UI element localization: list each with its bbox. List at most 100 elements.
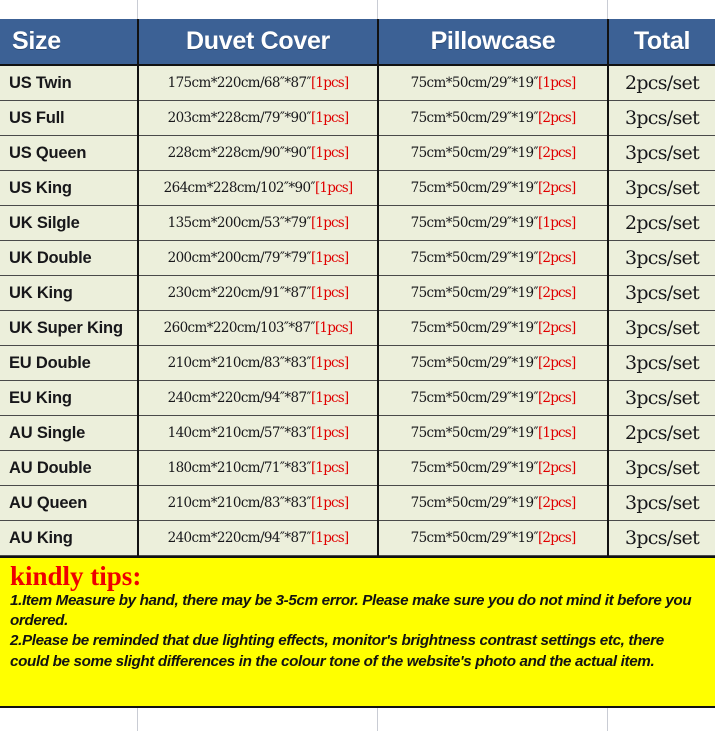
table-row: AU King 240cm*220cm/94″*87″[1pcs] 75cm*50c… [0,520,715,556]
duvet-quantity: [1pcs] [310,390,349,406]
cell-pillowcase: 75cm*50cm/29″*19″[2pcs] [378,170,609,206]
duvet-dimensions: 140cm*210cm/57″*83″ [167,425,312,441]
cell-size: US Full [0,100,139,136]
cell-size: EU Double [0,345,139,381]
cell-duvet-cover: 200cm*200cm/79″*79″[1pcs] [138,240,379,276]
size-chart-table: Size Duvet Cover Pillowcase Total US Twi… [0,19,715,556]
cell-pillowcase: 75cm*50cm/29″*19″[2pcs] [378,275,609,311]
table-row: US Queen 228cm*228cm/90″*90″[1pcs] 75cm*50… [0,135,715,171]
table-row: US King 264cm*228cm/102″*90″[1pcs] 75cm*50… [0,170,715,206]
pillow-dimensions: 75cm*50cm/29″*19″ [410,425,539,441]
pillow-quantity: [2pcs] [537,110,576,126]
duvet-quantity: [1pcs] [310,75,349,91]
pillow-quantity: [2pcs] [537,320,576,336]
cell-size: UK Silgle [0,205,139,241]
cell-total: 3pcs/set [608,520,715,556]
tips-line-1: 1.Item Measure by hand, there may be 3-5… [10,592,692,630]
bottom-blank-row [0,708,715,731]
top-blank-cell-duvet [138,0,378,19]
duvet-quantity: [1pcs] [310,425,349,441]
column-header-total: Total [608,19,715,66]
duvet-dimensions: 230cm*220cm/91″*87″ [167,285,312,301]
duvet-quantity: [1pcs] [314,180,353,196]
cell-duvet-cover: 228cm*228cm/90″*90″[1pcs] [138,135,379,171]
cell-duvet-cover: 240cm*220cm/94″*87″[1pcs] [138,520,379,556]
pillow-dimensions: 75cm*50cm/29″*19″ [410,530,539,546]
top-blank-row [0,0,715,19]
table-row: UK King 230cm*220cm/91″*87″[1pcs] 75cm*50c… [0,275,715,311]
cell-size: US King [0,170,139,206]
pillow-dimensions: 75cm*50cm/29″*19″ [410,110,539,126]
duvet-dimensions: 228cm*228cm/90″*90″ [167,145,312,161]
top-blank-cell-pillow [378,0,608,19]
duvet-dimensions: 203cm*228cm/79″*90″ [167,110,312,126]
duvet-quantity: [1pcs] [310,495,349,511]
table-row: UK Double 200cm*200cm/79″*79″[1pcs] 75cm*5… [0,240,715,276]
cell-total: 2pcs/set [608,205,715,241]
cell-total: 2pcs/set [608,415,715,451]
pillow-dimensions: 75cm*50cm/29″*19″ [410,495,539,511]
cell-duvet-cover: 175cm*220cm/68″*87″[1pcs] [138,65,379,101]
table-body: US Twin 175cm*220cm/68″*87″[1pcs] 75cm*50c… [0,65,715,556]
bottom-blank-cell-duvet [138,708,378,731]
pillow-dimensions: 75cm*50cm/29″*19″ [410,75,539,91]
top-blank-cell-size [0,0,138,19]
pillow-quantity: [1pcs] [537,75,576,91]
pillow-dimensions: 75cm*50cm/29″*19″ [410,250,539,266]
table-row: AU Single 140cm*210cm/57″*83″[1pcs] 75cm*5… [0,415,715,451]
table-row: UK Super King 260cm*220cm/103″*87″[1pcs] 7… [0,310,715,346]
cell-pillowcase: 75cm*50cm/29″*19″[2pcs] [378,240,609,276]
bedding-size-chart: Size Duvet Cover Pillowcase Total US Twi… [0,0,715,731]
pillow-dimensions: 75cm*50cm/29″*19″ [410,390,539,406]
cell-duvet-cover: 203cm*228cm/79″*90″[1pcs] [138,100,379,136]
cell-pillowcase: 75cm*50cm/29″*19″[1pcs] [378,415,609,451]
table-header: Size Duvet Cover Pillowcase Total [0,19,715,66]
pillow-quantity: [2pcs] [537,495,576,511]
cell-pillowcase: 75cm*50cm/29″*19″[2pcs] [378,135,609,171]
pillow-quantity: [2pcs] [537,460,576,476]
pillow-quantity: [2pcs] [537,355,576,371]
table-row: US Full 203cm*228cm/79″*90″[1pcs] 75cm*50c… [0,100,715,136]
cell-pillowcase: 75cm*50cm/29″*19″[2pcs] [378,310,609,346]
cell-total: 3pcs/set [608,275,715,311]
cell-duvet-cover: 140cm*210cm/57″*83″[1pcs] [138,415,379,451]
pillow-dimensions: 75cm*50cm/29″*19″ [410,180,539,196]
cell-duvet-cover: 210cm*210cm/83″*83″[1pcs] [138,485,379,521]
tips-line-2: 2.Please be reminded that due lighting e… [10,632,664,670]
tips-title: kindly tips: [10,561,142,591]
cell-size: UK Super King [0,310,139,346]
duvet-quantity: [1pcs] [310,250,349,266]
cell-duvet-cover: 264cm*228cm/102″*90″[1pcs] [138,170,379,206]
cell-pillowcase: 75cm*50cm/29″*19″[2pcs] [378,450,609,486]
pillow-quantity: [2pcs] [537,250,576,266]
cell-total: 3pcs/set [608,135,715,171]
table-header-row: Size Duvet Cover Pillowcase Total [0,19,715,66]
duvet-dimensions: 264cm*228cm/102″*90″ [163,180,316,196]
pillow-dimensions: 75cm*50cm/29″*19″ [410,320,539,336]
cell-duvet-cover: 210cm*210cm/83″*83″[1pcs] [138,345,379,381]
cell-pillowcase: 75cm*50cm/29″*19″[1pcs] [378,65,609,101]
pillow-dimensions: 75cm*50cm/29″*19″ [410,145,539,161]
bottom-blank-cell-pillow [378,708,608,731]
duvet-quantity: [1pcs] [310,530,349,546]
table-row: AU Double 180cm*210cm/71″*83″[1pcs] 75cm*5… [0,450,715,486]
pillow-quantity: [2pcs] [537,145,576,161]
table-row: EU Double 210cm*210cm/83″*83″[1pcs] 75cm*5… [0,345,715,381]
duvet-quantity: [1pcs] [314,320,353,336]
duvet-dimensions: 260cm*220cm/103″*87″ [163,320,316,336]
cell-size: AU Single [0,415,139,451]
duvet-dimensions: 175cm*220cm/68″*87″ [167,75,312,91]
cell-pillowcase: 75cm*50cm/29″*19″[1pcs] [378,205,609,241]
cell-size: UK King [0,275,139,311]
duvet-dimensions: 210cm*210cm/83″*83″ [167,495,312,511]
duvet-quantity: [1pcs] [310,460,349,476]
table-row: EU King 240cm*220cm/94″*87″[1pcs] 75cm*50c… [0,380,715,416]
duvet-dimensions: 180cm*210cm/71″*83″ [167,460,312,476]
pillow-dimensions: 75cm*50cm/29″*19″ [410,355,539,371]
duvet-quantity: [1pcs] [310,215,349,231]
cell-size: EU King [0,380,139,416]
cell-size: US Queen [0,135,139,171]
duvet-dimensions: 210cm*210cm/83″*83″ [167,355,312,371]
cell-total: 3pcs/set [608,310,715,346]
pillow-dimensions: 75cm*50cm/29″*19″ [410,215,539,231]
